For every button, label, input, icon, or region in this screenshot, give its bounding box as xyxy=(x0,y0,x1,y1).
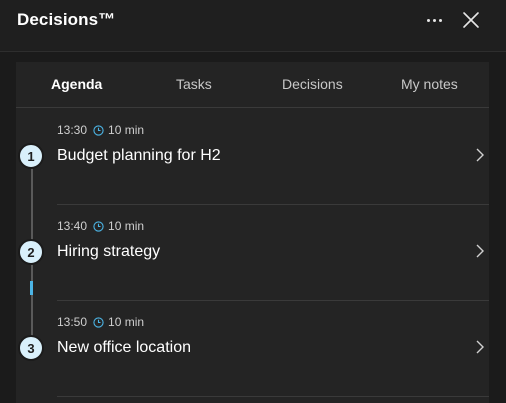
clock-icon xyxy=(93,124,104,136)
close-button[interactable] xyxy=(459,8,483,32)
agenda-item-1[interactable]: 13:30 10 min 1 Budget planning for H2 xyxy=(16,109,489,205)
tab-agenda[interactable]: Agenda xyxy=(51,76,102,92)
app-title: Decisions™ xyxy=(17,10,116,29)
agenda-item-meta: 13:50 10 min xyxy=(57,315,144,329)
timeline-progress-indicator xyxy=(30,281,33,295)
close-icon xyxy=(463,12,479,28)
agenda-item-duration: 10 min xyxy=(108,123,145,137)
tab-tasks[interactable]: Tasks xyxy=(176,76,212,92)
agenda-item-title: New office location xyxy=(57,339,191,356)
more-horizontal-icon xyxy=(426,18,430,22)
left-gutter xyxy=(0,52,16,403)
agenda-item-2[interactable]: 13:40 10 min 2 Hiring strategy xyxy=(16,205,489,301)
agenda-item-time: 13:40 xyxy=(57,219,88,233)
agenda-item-number-badge: 1 xyxy=(18,143,44,169)
agenda-item-duration: 10 min xyxy=(108,219,145,233)
top-gutter xyxy=(16,52,489,62)
agenda-item-duration: 10 min xyxy=(108,315,145,329)
more-options-button[interactable] xyxy=(420,8,448,32)
clock-icon xyxy=(93,316,104,328)
agenda-item-title: Budget planning for H2 xyxy=(57,147,221,164)
clock-icon xyxy=(93,220,104,232)
agenda-item-time: 13:50 xyxy=(57,315,88,329)
agenda-item-3[interactable]: 13:50 10 min 3 New office location xyxy=(16,301,489,397)
tab-decisions[interactable]: Decisions xyxy=(282,76,343,92)
title-bar: Decisions™ xyxy=(0,0,506,52)
agenda-item-title: Hiring strategy xyxy=(57,243,161,260)
right-gutter xyxy=(489,52,506,403)
agenda-item-time: 13:30 xyxy=(57,123,88,137)
agenda-item-meta: 13:30 10 min xyxy=(57,123,144,137)
chevron-right-icon xyxy=(476,340,484,354)
chevron-right-icon xyxy=(476,148,484,162)
tab-bar: Agenda Tasks Decisions My notes xyxy=(16,62,489,108)
tab-my-notes[interactable]: My notes xyxy=(401,76,458,92)
agenda-item-number-badge: 2 xyxy=(18,239,44,265)
agenda-item-meta: 13:40 10 min xyxy=(57,219,144,233)
chevron-right-icon xyxy=(476,244,484,258)
item-divider xyxy=(57,396,489,397)
agenda-item-number-badge: 3 xyxy=(18,335,44,361)
